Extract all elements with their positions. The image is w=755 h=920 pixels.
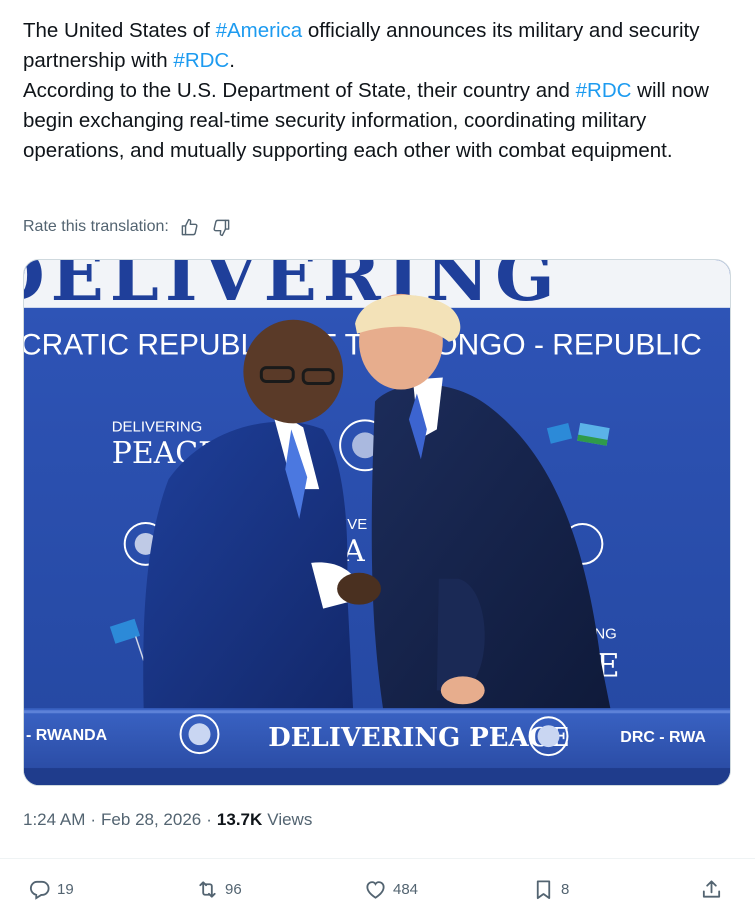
repost-icon — [199, 880, 216, 898]
translation-rating: Rate this translation: — [23, 214, 233, 240]
like-count: 484 — [393, 880, 419, 898]
hashtag-america[interactable]: #America — [216, 19, 303, 42]
views-count[interactable]: 13.7K — [217, 810, 262, 830]
post-paragraph-2: According to the U.S. Department of Stat… — [23, 76, 728, 166]
bookmark-icon — [536, 879, 551, 899]
views-label: Views — [267, 810, 313, 829]
post-image[interactable]: DELIVERING CRATIC REPUBLIC OF THE CONGO … — [23, 259, 731, 786]
reply-button[interactable]: 19 — [28, 872, 74, 906]
bookmark-button[interactable]: 8 — [532, 872, 569, 906]
divider — [0, 858, 755, 859]
post-text-segment: . — [229, 49, 235, 72]
repost-button[interactable]: 96 — [196, 872, 242, 906]
podium-left-label: - RWANDA — [26, 727, 108, 744]
post-date[interactable]: Feb 28, 2026 — [101, 810, 201, 830]
reply-count: 19 — [57, 880, 74, 898]
thumbs-up-icon[interactable] — [179, 216, 201, 238]
podium-center-text: DELIVERING PEACE — [268, 723, 569, 753]
backdrop-partial-1: IVE — [343, 516, 367, 533]
reply-icon — [29, 880, 50, 900]
share-button[interactable] — [700, 872, 723, 906]
like-button[interactable]: 484 — [364, 872, 418, 906]
rate-translation-label: Rate this translation: — [23, 218, 169, 235]
bookmark-count: 8 — [561, 880, 570, 898]
action-bar: 19 96 484 8 — [0, 872, 755, 906]
post-metadata: 1:24 AM · Feb 28, 2026 · 13.7K Views — [23, 810, 312, 830]
hashtag-rdc[interactable]: #RDC — [173, 49, 229, 72]
post-time[interactable]: 1:24 AM — [23, 810, 85, 830]
meta-separator: · — [90, 810, 97, 829]
photo-illustration: DELIVERING CRATIC REPUBLIC OF THE CONGO … — [24, 260, 730, 785]
banner-top-text: DELIVERING — [24, 260, 561, 317]
post-text-segment: The United States of — [23, 19, 216, 42]
repost-count: 96 — [225, 880, 242, 898]
backdrop-label-1: DELIVERING — [112, 418, 203, 435]
podium-right-label: DRC - RWA — [620, 729, 706, 746]
meta-separator: · — [206, 810, 212, 829]
hashtag-rdc-2[interactable]: #RDC — [576, 79, 632, 102]
thumbs-down-icon[interactable] — [211, 216, 233, 238]
share-icon — [702, 879, 721, 898]
post-text-segment: According to the U.S. Department of Stat… — [23, 79, 576, 102]
post-text: The United States of #America officially… — [23, 16, 728, 166]
post-paragraph-1: The United States of #America officially… — [23, 16, 728, 76]
heart-icon — [366, 880, 385, 899]
